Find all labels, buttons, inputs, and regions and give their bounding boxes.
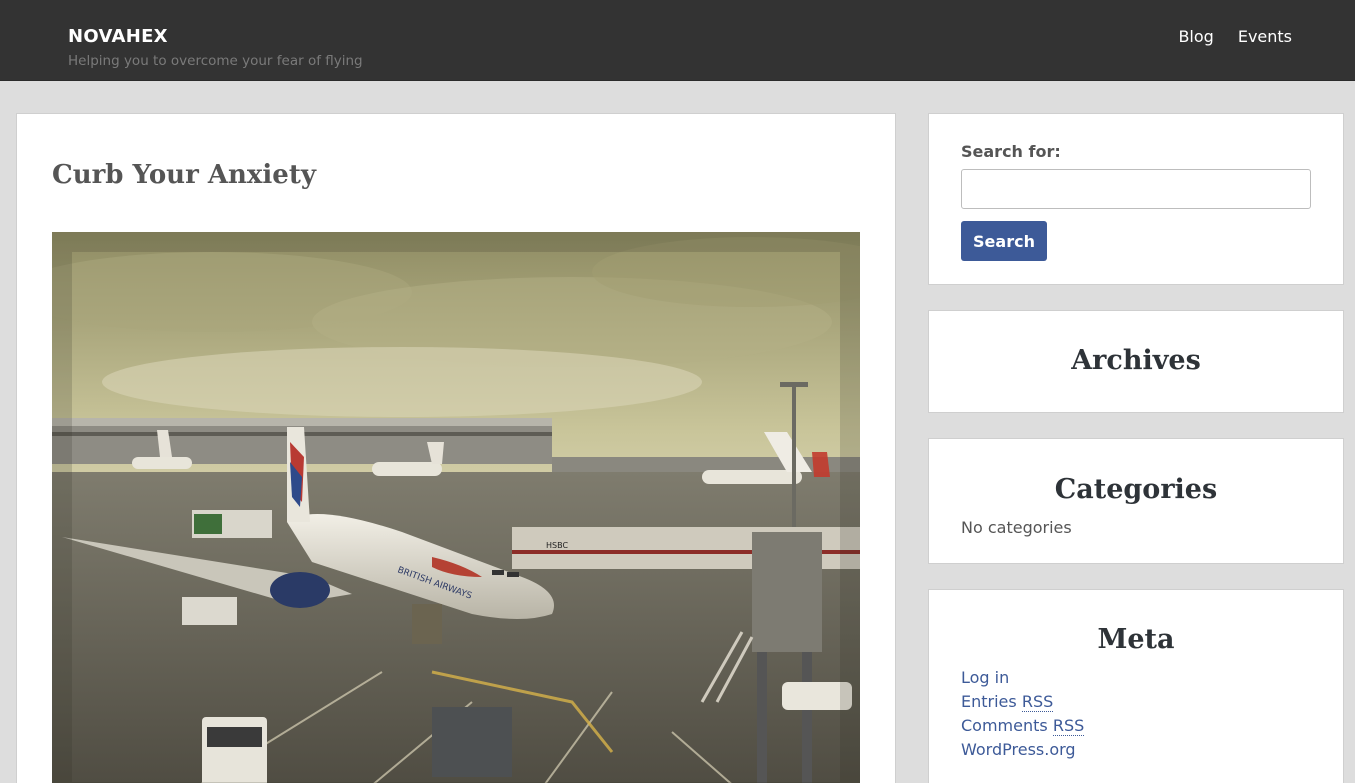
rss-abbr: RSS [1052,716,1085,736]
post-article: Curb Your Anxiety HSBC BRITISH AIRWAYS [16,113,896,783]
image-hsbc-text: HSBC [546,541,568,550]
archives-title: Archives [1071,345,1201,376]
search-label: Search for: [961,142,1061,161]
search-button[interactable]: Search [961,221,1047,261]
search-widget: Search for: Search [928,113,1344,285]
list-item: WordPress.org [961,740,1084,764]
archives-widget: Archives [928,310,1344,413]
meta-link-entries-rss[interactable]: Entries RSS [961,692,1054,712]
list-item: Comments RSS [961,716,1085,740]
meta-link-label: Comments [961,716,1048,735]
post-featured-image: HSBC BRITISH AIRWAYS [52,232,860,783]
meta-link-log-in[interactable]: Log in [961,668,1009,687]
meta-links-list: Log in Entries RSS Comments RSS WordPres… [961,668,1085,764]
no-categories-text: No categories [961,518,1072,537]
categories-title: Categories [1054,474,1218,505]
primary-nav: Blog Events [1178,27,1292,46]
nav-item-events[interactable]: Events [1238,27,1292,46]
list-item: Entries RSS [961,692,1084,716]
nav-item-blog[interactable]: Blog [1178,27,1213,46]
site-title[interactable]: NOVAHEX [68,26,168,47]
site-header: NOVAHEX Helping you to overcome your fea… [0,0,1355,81]
site-description: Helping you to overcome your fear of fly… [68,53,363,69]
meta-link-label: Entries [961,692,1017,711]
meta-widget: Meta Log in Entries RSS Comments RSS Wor… [928,589,1344,783]
meta-title: Meta [1097,624,1175,655]
categories-widget: Categories No categories [928,438,1344,564]
search-input[interactable] [961,169,1311,209]
list-item: Log in [961,668,1084,692]
meta-link-wordpress-org[interactable]: WordPress.org [961,740,1076,759]
meta-link-comments-rss[interactable]: Comments RSS [961,716,1085,736]
post-title[interactable]: Curb Your Anxiety [52,160,316,190]
rss-abbr: RSS [1021,692,1054,712]
